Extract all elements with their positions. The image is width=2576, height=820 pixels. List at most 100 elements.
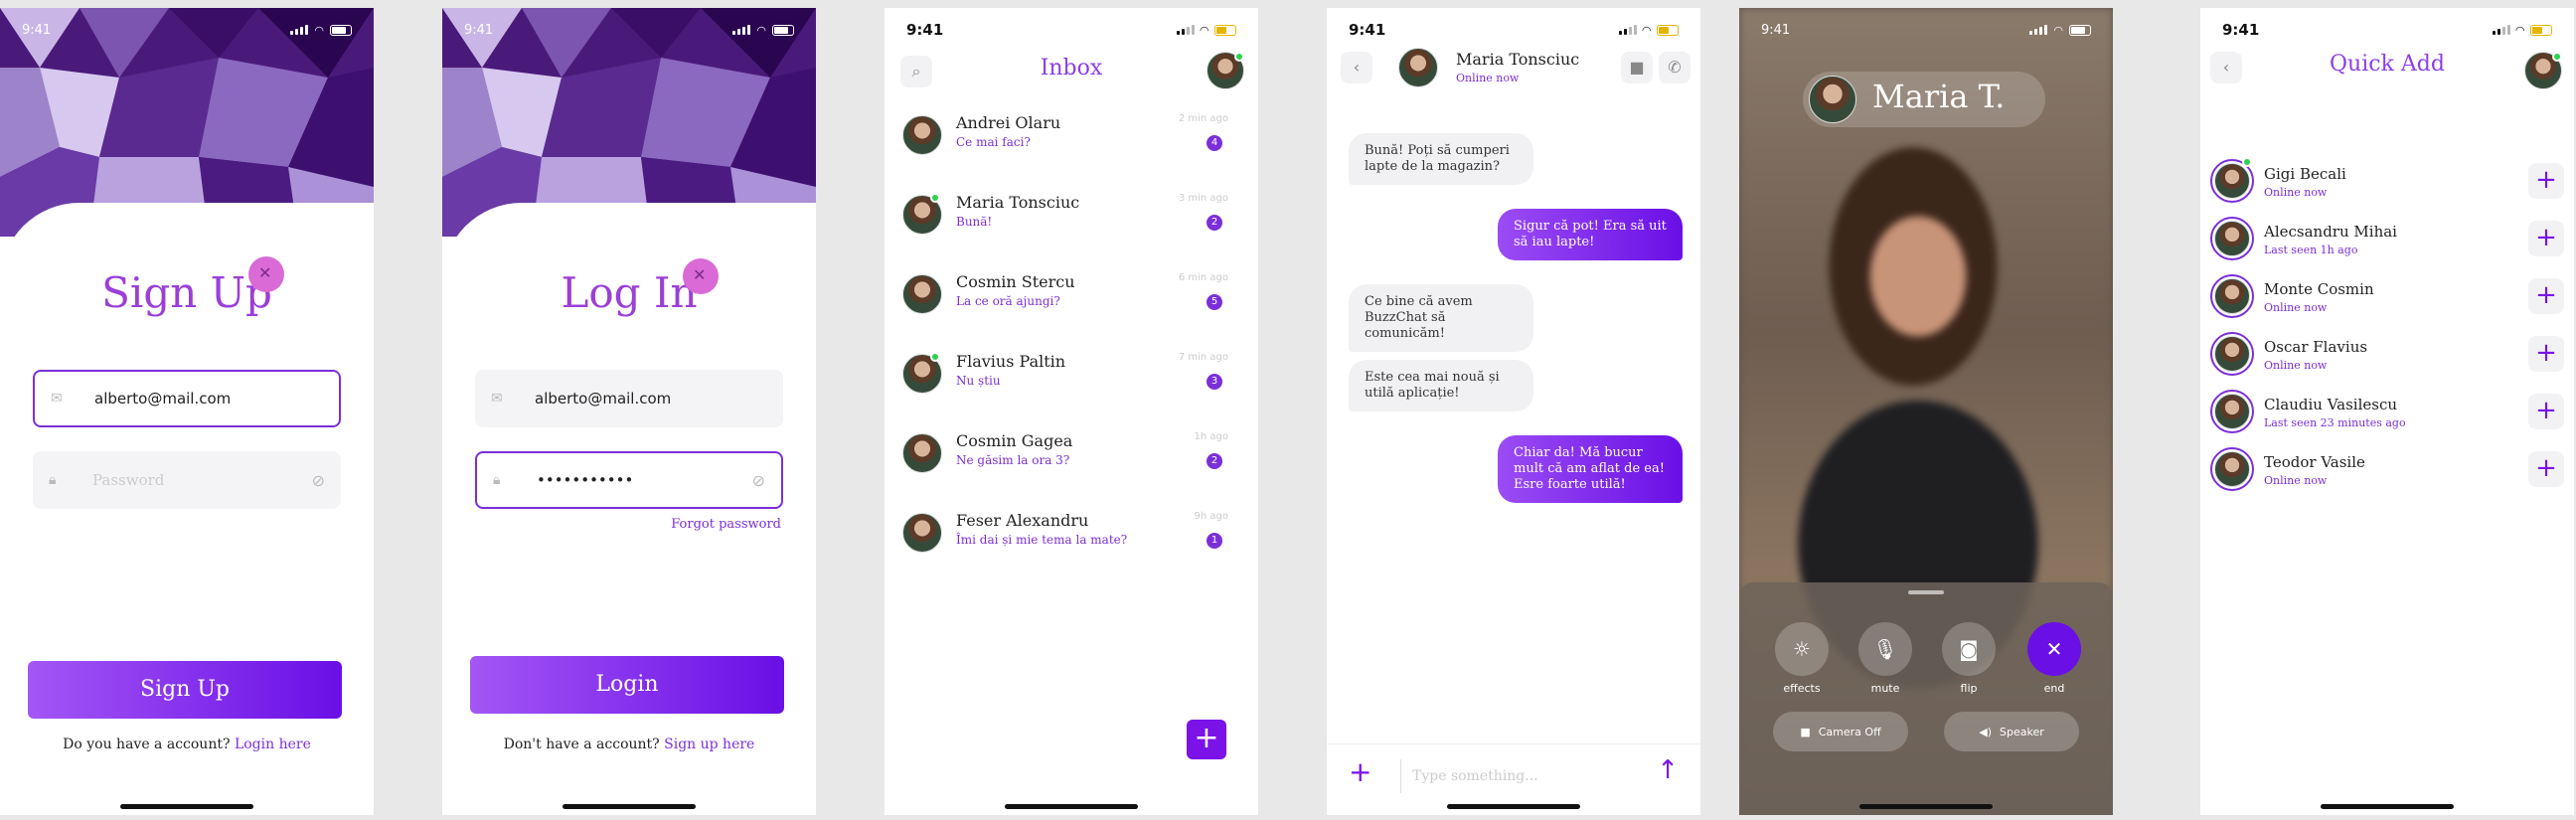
suggested-contact-row: Alecsandru Mihai Last seen 1h ago +: [2210, 211, 2564, 268]
battery-icon: [2069, 24, 2091, 36]
add-contact-button[interactable]: +: [2528, 394, 2564, 429]
last-message: Ce mai faci?: [956, 135, 1031, 149]
eye-off-icon[interactable]: ⊘: [312, 471, 325, 490]
wifi-icon: ◠: [2053, 23, 2063, 37]
chat-row[interactable]: Flavius Paltin Nu știu 7 min ago 3: [902, 342, 1240, 421]
signal-icon: [2492, 25, 2510, 35]
signup-button[interactable]: Sign Up: [28, 661, 342, 719]
unread-badge: 5: [1207, 294, 1222, 310]
contact-status: Last seen 1h ago: [2264, 244, 2358, 256]
online-dot: [930, 352, 940, 362]
contact-avatar: [902, 115, 942, 155]
online-dot: [2552, 52, 2562, 62]
contact-avatar: [2214, 451, 2250, 487]
signal-icon: [1176, 25, 1195, 35]
email-field[interactable]: ✉ alberto@mail.com: [33, 370, 341, 427]
contact-status: Online now: [2264, 301, 2328, 314]
plus-icon: +: [2535, 453, 2557, 483]
avatar-ring: [2210, 447, 2254, 491]
composer-bar: [1327, 743, 1700, 744]
forgot-password-link[interactable]: Forgot password: [671, 517, 781, 532]
camera-off-button[interactable]: ■ Camera Off: [1773, 712, 1908, 751]
end-call-button[interactable]: ✕: [2027, 622, 2081, 676]
speaker-label: Speaker: [2000, 725, 2044, 738]
suggested-contact-row: Monte Cosmin Online now +: [2210, 268, 2564, 326]
new-chat-button[interactable]: +: [1187, 720, 1226, 759]
contact-avatar: [902, 274, 942, 314]
contact-avatar: [902, 513, 942, 553]
chat-row[interactable]: Cosmin Gagea Ne găsim la ora 3? 1h ago 2: [902, 421, 1240, 501]
page-title: Log In: [561, 268, 698, 317]
last-message: Bună!: [956, 215, 993, 229]
message-bubble-sent: Sigur că pot! Era să uit să iau lapte!: [1498, 209, 1683, 260]
plus-icon: +: [2535, 280, 2557, 310]
battery-icon: [772, 24, 794, 36]
signup-screen: 9:41 ◠ Sign Up ✉ alberto@mail.com 🔒︎ Pas…: [0, 8, 374, 815]
speaker-button[interactable]: ◀) Speaker: [1944, 712, 2079, 751]
contact-name: Maria Tonsciuc: [1456, 50, 1580, 69]
status-icons: ◠: [2492, 24, 2552, 37]
email-value: alberto@mail.com: [94, 390, 232, 408]
email-value: alberto@mail.com: [535, 390, 672, 408]
add-contact-button[interactable]: +: [2528, 278, 2564, 314]
status-bar: 9:41 ◠: [2200, 8, 2574, 52]
back-button[interactable]: ‹: [1341, 52, 1372, 83]
contact-name: Flavius Paltin: [956, 352, 1066, 371]
plus-icon: +: [2535, 396, 2557, 425]
login-link[interactable]: Login here: [235, 737, 311, 752]
attach-button[interactable]: +: [1349, 755, 1371, 788]
password-field[interactable]: 🔒︎ ••••••••••• ⊘: [475, 451, 783, 509]
last-message: Îmi dai și mie tema la mate?: [956, 533, 1128, 547]
video-call-button[interactable]: ■: [1621, 52, 1653, 83]
email-field[interactable]: ✉ alberto@mail.com: [475, 370, 783, 427]
quick-add-screen: 9:41 ◠ ‹ Quick Add Gigi Becali Online no…: [2200, 8, 2574, 815]
unread-badge: 3: [1207, 374, 1222, 390]
call-controls-sheet: [1739, 582, 2113, 815]
online-dot: [2242, 157, 2252, 167]
contact-name: Cosmin Gagea: [956, 431, 1073, 450]
contact-status: Last seen 23 minutes ago: [2264, 416, 2406, 429]
add-contact-button[interactable]: +: [2528, 451, 2564, 487]
wifi-icon: ◠: [1642, 23, 1651, 37]
status-time: 9:41: [1349, 21, 1386, 39]
flip-button[interactable]: ◙: [1942, 622, 1996, 676]
last-message: Nu știu: [956, 374, 1001, 388]
chat-row[interactable]: Maria Tonsciuc Bună! 3 min ago 2: [902, 183, 1240, 262]
signal-icon: [2029, 25, 2048, 35]
add-contact-button[interactable]: +: [2528, 336, 2564, 372]
add-contact-button[interactable]: +: [2528, 221, 2564, 256]
signal-icon: [290, 25, 309, 35]
chat-row[interactable]: Feser Alexandru Îmi dai și mie tema la m…: [902, 501, 1240, 580]
mute-button[interactable]: 🎙︎: [1858, 622, 1912, 676]
unread-badge: 1: [1207, 533, 1222, 549]
sparkle-icon: ☼: [1793, 637, 1811, 661]
status-icons: ◠: [290, 24, 352, 37]
voice-call-button[interactable]: ✆: [1659, 52, 1690, 83]
home-indicator: [563, 804, 696, 809]
contact-status: Online now: [2264, 474, 2328, 487]
password-field[interactable]: 🔒︎ Password ⊘: [33, 451, 341, 509]
message-input[interactable]: Type something...: [1412, 768, 1538, 784]
arrow-up-icon: ↑: [1657, 755, 1679, 785]
status-bar: 9:41 ◠: [1327, 8, 1700, 52]
suggested-contact-row: Oscar Flavius Online now +: [2210, 326, 2564, 384]
page-title: Inbox: [1040, 56, 1103, 81]
mail-icon: ✉: [491, 391, 503, 407]
buzzchat-logo-icon: [683, 258, 719, 294]
message-bubble-received: Bună! Poți să cumperi lapte de la magazi…: [1349, 133, 1533, 185]
signup-link[interactable]: Sign up here: [664, 737, 754, 752]
status-icons: ◠: [732, 24, 794, 37]
caller-name: Maria T.: [1872, 78, 2006, 115]
add-contact-button[interactable]: +: [2528, 163, 2564, 199]
battery-icon: [330, 24, 352, 36]
effects-button[interactable]: ☼: [1775, 622, 1829, 676]
contact-status: Online now: [2264, 359, 2328, 372]
avatar-ring: [2210, 390, 2254, 433]
login-button[interactable]: Login: [470, 656, 784, 714]
eye-off-icon[interactable]: ⊘: [752, 471, 765, 490]
page-title: Sign Up: [101, 268, 272, 317]
chat-row[interactable]: Cosmin Stercu La ce oră ajungi? 6 min ag…: [902, 262, 1240, 342]
contact-name: Gigi Becali: [2264, 165, 2346, 183]
send-button[interactable]: ↑: [1657, 755, 1679, 785]
chat-row[interactable]: Andrei Olaru Ce mai faci? 2 min ago 4: [902, 103, 1240, 183]
